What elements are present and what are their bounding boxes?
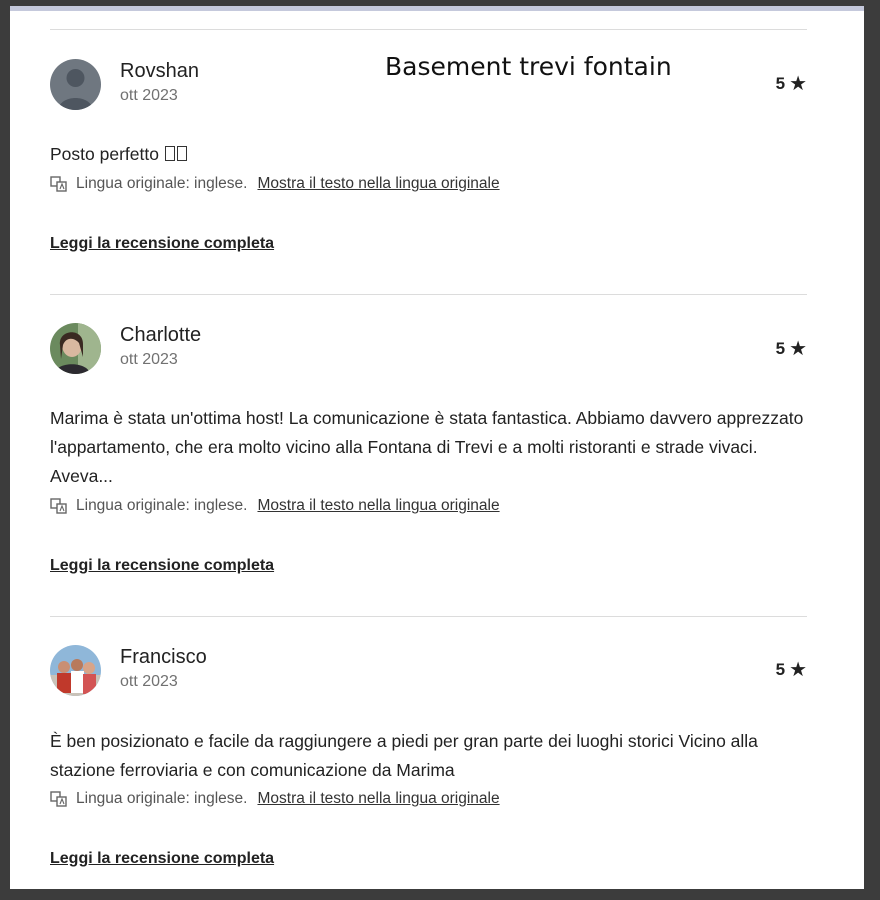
avatar[interactable] bbox=[50, 645, 101, 696]
avatar[interactable] bbox=[50, 323, 101, 374]
overlay-title: Basement trevi fontain bbox=[385, 52, 672, 81]
read-full-review-link[interactable]: Leggi la recensione completa bbox=[50, 850, 274, 868]
emoji-placeholder-icon bbox=[176, 146, 187, 161]
star-icon: ★ bbox=[789, 73, 807, 95]
divider bbox=[50, 294, 807, 295]
divider bbox=[50, 29, 807, 30]
review-rating: 5 ★ bbox=[776, 74, 807, 94]
show-original-link[interactable]: Mostra il testo nella lingua originale bbox=[257, 175, 499, 193]
translation-note: Lingua originale: inglese. Mostra il tes… bbox=[50, 790, 500, 808]
review-rating: 5 ★ bbox=[776, 339, 807, 359]
translation-note: Lingua originale: inglese. Mostra il tes… bbox=[50, 497, 500, 515]
divider bbox=[50, 616, 807, 617]
translate-icon bbox=[50, 176, 67, 192]
original-language-label: Lingua originale: inglese. bbox=[76, 175, 248, 192]
original-language-label: Lingua originale: inglese. bbox=[76, 790, 248, 807]
translate-icon bbox=[50, 791, 67, 807]
avatar[interactable] bbox=[50, 59, 101, 110]
reviewer-name[interactable]: Charlotte bbox=[120, 324, 201, 347]
translation-note: Lingua originale: inglese. Mostra il tes… bbox=[50, 175, 500, 193]
show-original-link[interactable]: Mostra il testo nella lingua originale bbox=[257, 790, 499, 808]
review-text: È ben posizionato e facile da raggiunger… bbox=[50, 731, 758, 780]
review-text-content: Posto perfetto bbox=[50, 144, 164, 164]
emoji-placeholder-icon bbox=[164, 146, 175, 161]
review-date: ott 2023 bbox=[120, 351, 178, 368]
read-full-review-link[interactable]: Leggi la recensione completa bbox=[50, 235, 274, 253]
review-rating: 5 ★ bbox=[776, 660, 807, 680]
review-date: ott 2023 bbox=[120, 673, 178, 690]
rating-value: 5 bbox=[775, 660, 786, 679]
read-full-review-link[interactable]: Leggi la recensione completa bbox=[50, 557, 274, 575]
star-icon: ★ bbox=[789, 338, 807, 360]
rating-value: 5 bbox=[775, 339, 786, 358]
reviewer-name[interactable]: Rovshan bbox=[120, 60, 199, 83]
reviewer-name[interactable]: Francisco bbox=[120, 646, 207, 669]
reviews-panel: Basement trevi fontain Rovshan ott 2023 … bbox=[10, 11, 864, 889]
translate-icon bbox=[50, 498, 67, 514]
show-original-link[interactable]: Mostra il testo nella lingua originale bbox=[257, 497, 499, 515]
review-text: Posto perfetto bbox=[50, 140, 820, 169]
original-language-label: Lingua originale: inglese. bbox=[76, 497, 248, 514]
rating-value: 5 bbox=[775, 74, 786, 93]
review-date: ott 2023 bbox=[120, 87, 178, 104]
review-text: Marima è stata un'ottima host! La comuni… bbox=[50, 408, 804, 486]
star-icon: ★ bbox=[789, 659, 807, 681]
